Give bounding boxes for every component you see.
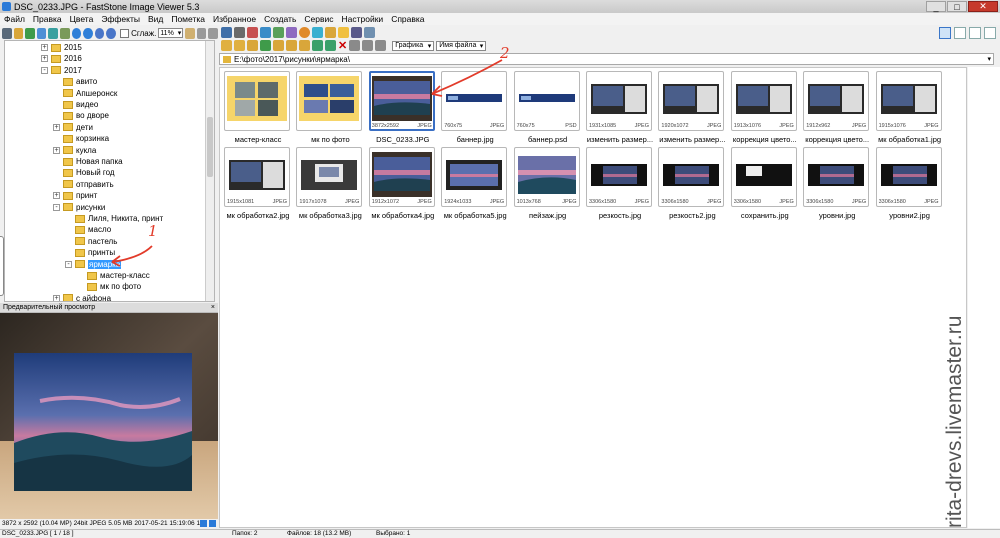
status-files: Файлов: 18 (13.2 МВ) <box>287 530 352 537</box>
status-file: DSC_0233.JPG [ 1 / 18 ] <box>2 530 74 537</box>
annotation-arrows <box>111 59 503 267</box>
watermark: rita-drevs.livemaster.ru <box>943 316 967 528</box>
status-bar: DSC_0233.JPG [ 1 / 18 ] Папок: 2 Файлов:… <box>0 529 1000 538</box>
status-folders: Папок: 2 <box>232 530 258 537</box>
status-selected: Выбрано: 1 <box>376 530 411 537</box>
